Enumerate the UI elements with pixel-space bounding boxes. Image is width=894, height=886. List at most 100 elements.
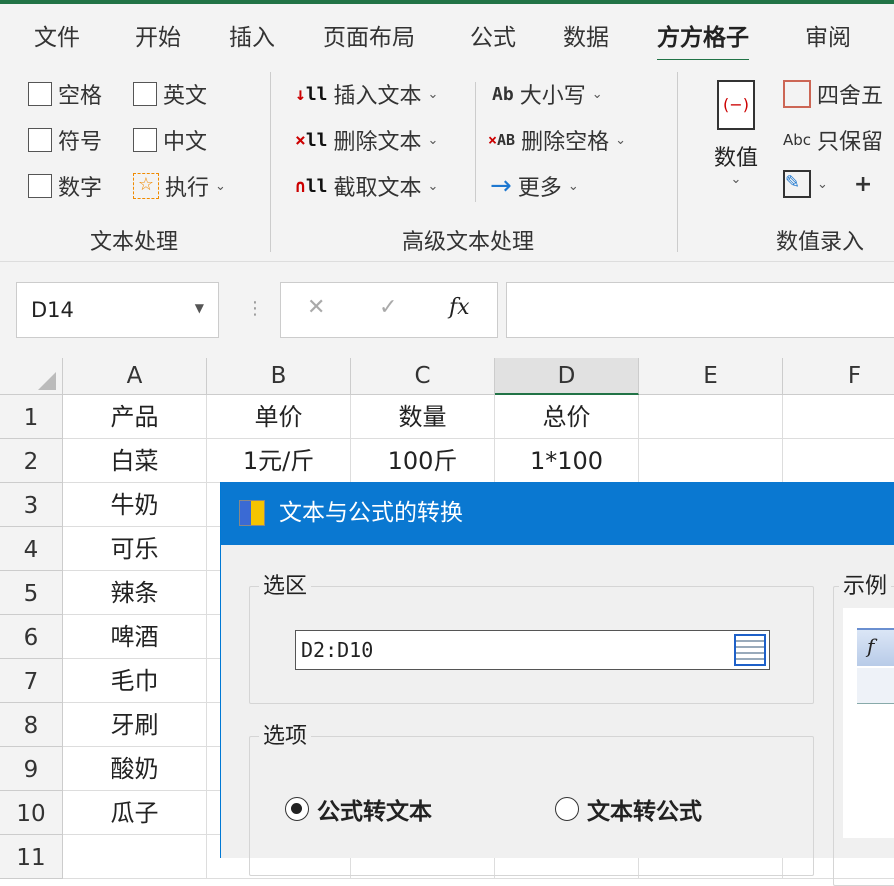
keep-only-button[interactable]: Abc只保留 bbox=[783, 124, 883, 156]
row-header[interactable]: 2 bbox=[0, 439, 63, 483]
ribbon: 空格 英文 符号 中文 数字 ☆执行⌄ 文本处理 ↓ll插入文本⌄ ×ll删除文… bbox=[0, 60, 894, 262]
checkbox-symbol[interactable]: 符号 bbox=[28, 124, 102, 156]
label: 执行 bbox=[165, 170, 209, 202]
column-header-e[interactable]: E bbox=[639, 358, 783, 395]
checkbox-space[interactable]: 空格 bbox=[28, 78, 102, 110]
label: 文本转公式 bbox=[587, 792, 702, 826]
example-label: 示例 bbox=[839, 568, 891, 600]
tab-page-layout[interactable]: 页面布局 bbox=[323, 18, 415, 52]
group-label-number: 数值录入 bbox=[776, 224, 864, 256]
cancel-icon[interactable]: ✕ bbox=[307, 295, 325, 320]
cell[interactable]: 产品 bbox=[63, 395, 207, 439]
column-header-c[interactable]: C bbox=[351, 358, 495, 395]
cell[interactable] bbox=[783, 395, 894, 439]
chevron-down-icon: ⌄ bbox=[428, 179, 439, 194]
cell[interactable]: 牙刷 bbox=[63, 703, 207, 747]
round-icon bbox=[783, 80, 811, 108]
range-picker-icon[interactable] bbox=[734, 634, 766, 666]
cell[interactable]: 辣条 bbox=[63, 571, 207, 615]
column-header-b[interactable]: B bbox=[207, 358, 351, 395]
cell[interactable]: 可乐 bbox=[63, 527, 207, 571]
tab-home[interactable]: 开始 bbox=[135, 18, 181, 52]
row-header[interactable]: 4 bbox=[0, 527, 63, 571]
tab-fangfanggezi[interactable]: 方方格子 bbox=[657, 18, 749, 52]
cell[interactable]: 白菜 bbox=[63, 439, 207, 483]
cell[interactable]: 啤酒 bbox=[63, 615, 207, 659]
round-button[interactable]: 四舍五 bbox=[783, 78, 883, 110]
extract-text-icon: ∩ll bbox=[295, 176, 328, 197]
tab-insert[interactable]: 插入 bbox=[229, 18, 275, 52]
checkbox-english[interactable]: 英文 bbox=[133, 78, 207, 110]
star-icon: ☆ bbox=[133, 173, 159, 199]
row-header[interactable]: 1 bbox=[0, 395, 63, 439]
row-header[interactable]: 3 bbox=[0, 483, 63, 527]
column-header-f[interactable]: F bbox=[783, 358, 894, 395]
more-button[interactable]: →更多⌄ bbox=[490, 170, 579, 202]
tab-file[interactable]: 文件 bbox=[34, 18, 80, 52]
dialog-title: 文本与公式的转换 bbox=[279, 500, 463, 526]
cell[interactable] bbox=[783, 439, 894, 483]
column-header-a[interactable]: A bbox=[63, 358, 207, 395]
cell[interactable]: 单价 bbox=[207, 395, 351, 439]
cell[interactable]: 1元/斤 bbox=[207, 439, 351, 483]
cell[interactable]: 牛奶 bbox=[63, 483, 207, 527]
arrow-right-icon: → bbox=[490, 171, 512, 201]
label: 删除空格 bbox=[521, 124, 609, 156]
row-header[interactable]: 9 bbox=[0, 747, 63, 791]
dialog-title-bar[interactable]: 文本与公式的转换 bbox=[221, 482, 894, 545]
insert-text-button[interactable]: ↓ll插入文本⌄ bbox=[295, 78, 438, 110]
label: 只保留 bbox=[817, 124, 883, 156]
formula-buttons: ✕ ✓ fx bbox=[280, 282, 498, 338]
drag-handle-icon[interactable]: ⋮ bbox=[246, 298, 264, 319]
select-all-corner[interactable] bbox=[0, 358, 63, 395]
cell[interactable]: 瓜子 bbox=[63, 791, 207, 835]
example-preview: f bbox=[843, 608, 894, 838]
cell[interactable]: 1*100 bbox=[495, 439, 639, 483]
cell[interactable] bbox=[639, 439, 783, 483]
selection-range-input[interactable]: D2:D10 bbox=[295, 630, 770, 670]
extract-text-button[interactable]: ∩ll截取文本⌄ bbox=[295, 170, 438, 202]
cell[interactable]: 100斤 bbox=[351, 439, 495, 483]
cell[interactable]: 数量 bbox=[351, 395, 495, 439]
tab-data[interactable]: 数据 bbox=[563, 18, 609, 52]
chevron-down-icon: ⌄ bbox=[817, 177, 828, 192]
formula-bar: D14▼ ⋮ ✕ ✓ fx bbox=[0, 262, 894, 358]
edit-table-icon: ✎ bbox=[783, 170, 811, 198]
plus-icon[interactable]: + bbox=[854, 172, 872, 197]
insert-text-icon: ↓ll bbox=[295, 84, 328, 105]
edit-table-button[interactable]: ✎ ⌄ + bbox=[783, 170, 872, 198]
delete-text-button[interactable]: ×ll删除文本⌄ bbox=[295, 124, 438, 156]
tab-review[interactable]: 审阅 bbox=[805, 18, 851, 52]
cell[interactable]: 总价 bbox=[495, 395, 639, 439]
tab-formulas[interactable]: 公式 bbox=[470, 18, 516, 52]
case-button[interactable]: Ab大小写⌄ bbox=[492, 78, 603, 110]
delete-space-button[interactable]: ×AB删除空格⌄ bbox=[488, 124, 626, 156]
checkbox-icon bbox=[133, 82, 157, 106]
name-box[interactable]: D14▼ bbox=[16, 282, 219, 338]
radio-text-to-formula[interactable]: 文本转公式 bbox=[555, 792, 702, 826]
app-icon bbox=[239, 500, 265, 526]
checkbox-chinese[interactable]: 中文 bbox=[133, 124, 207, 156]
value-button[interactable]: (−) 数值 ⌄ bbox=[708, 80, 764, 187]
enter-icon[interactable]: ✓ bbox=[379, 295, 397, 320]
formula-input[interactable] bbox=[506, 282, 894, 338]
cell[interactable] bbox=[639, 395, 783, 439]
row-header[interactable]: 7 bbox=[0, 659, 63, 703]
row-header[interactable]: 10 bbox=[0, 791, 63, 835]
cell[interactable]: 毛巾 bbox=[63, 659, 207, 703]
checkbox-number[interactable]: 数字 bbox=[28, 170, 102, 202]
cell[interactable] bbox=[63, 835, 207, 879]
execute-button[interactable]: ☆执行⌄ bbox=[133, 170, 226, 202]
value-doc-icon: (−) bbox=[717, 80, 755, 130]
radio-formula-to-text[interactable]: 公式转文本 bbox=[285, 792, 432, 826]
row-header[interactable]: 11 bbox=[0, 835, 63, 879]
chevron-down-icon: ⌄ bbox=[615, 133, 626, 148]
column-header-d[interactable]: D bbox=[495, 358, 639, 395]
cell[interactable]: 酸奶 bbox=[63, 747, 207, 791]
row-header[interactable]: 5 bbox=[0, 571, 63, 615]
row-header[interactable]: 8 bbox=[0, 703, 63, 747]
row-header[interactable]: 6 bbox=[0, 615, 63, 659]
chevron-down-icon: ⌄ bbox=[592, 87, 603, 102]
label: 删除文本 bbox=[334, 124, 422, 156]
insert-function-icon[interactable]: fx bbox=[449, 295, 470, 320]
